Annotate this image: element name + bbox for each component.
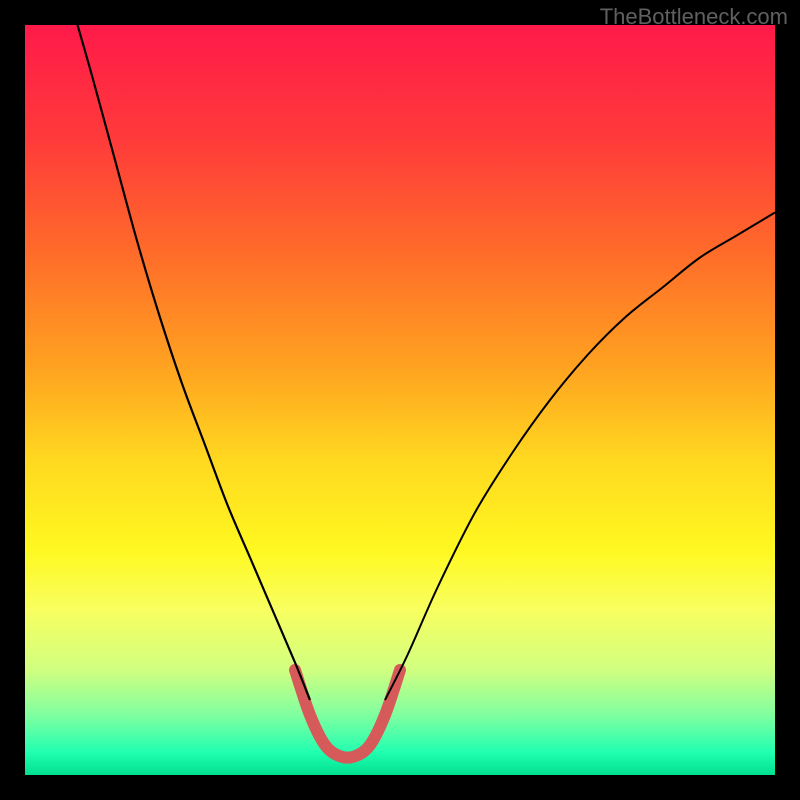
watermark-text: TheBottleneck.com	[600, 4, 788, 30]
plot-area	[25, 25, 775, 775]
right-curve	[385, 213, 775, 701]
left-curve	[78, 25, 311, 700]
chart-curves-layer	[25, 25, 775, 775]
valley-highlight-curve	[295, 670, 400, 758]
